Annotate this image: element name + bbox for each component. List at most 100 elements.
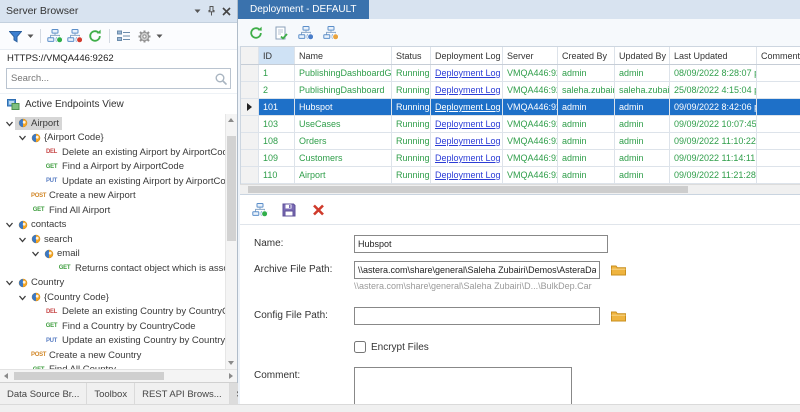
tree-item[interactable]: contacts [0,218,237,233]
refresh-icon[interactable] [247,24,265,42]
pin-icon[interactable] [207,6,216,16]
tree-item[interactable]: GETFind a Country by CountryCode [0,319,237,334]
tree-item[interactable]: Airport [0,116,237,131]
window-position-caret-icon[interactable] [194,9,201,14]
deployment-log-link[interactable]: Deployment Log [431,65,503,81]
tree-operation[interactable]: GETFind All Airport [28,204,113,217]
tree-item[interactable]: email [0,247,237,262]
verify-deployment-icon[interactable] [272,24,290,42]
active-endpoints-header[interactable]: Active Endpoints View [0,93,237,114]
tree-item[interactable]: DELDelete an existing Airport by Airport… [0,145,237,160]
name-field[interactable] [354,235,608,253]
tab-deployment-default[interactable]: Deployment - DEFAULT [238,0,369,19]
archive-path-field[interactable] [354,261,600,279]
chevron-down-icon[interactable] [30,249,41,258]
deployment-log-link[interactable]: Deployment Log [431,150,503,166]
panel-tab[interactable]: Toolbox [87,383,135,405]
tree-item[interactable]: PUTUpdate an existing Country by Country… [0,334,237,349]
tree-operation[interactable]: PUTUpdate an existing Country by Country… [41,334,237,347]
tree-node[interactable]: {Country Code} [28,291,112,304]
tree-node[interactable]: {Airport Code} [28,131,107,144]
deployment-log-link[interactable]: Deployment Log [431,167,503,183]
tree-item[interactable]: GETReturns contact object which is assoc… [0,261,237,276]
scroll-down-icon[interactable] [228,361,234,365]
tree-item[interactable]: Country [0,276,237,291]
chevron-down-icon[interactable] [17,235,28,244]
tree-operation[interactable]: POSTCreate a new Country [28,349,144,362]
table-row[interactable]: 110AirportRunningDeployment LogVMQA446:9… [241,167,800,184]
tree-operation[interactable]: GETFind a Country by CountryCode [41,320,199,333]
column-header[interactable]: Created By [558,47,615,64]
scroll-right-icon[interactable] [229,373,233,379]
tree-item[interactable]: GETFind All Airport [0,203,237,218]
tree-vertical-scrollbar[interactable] [225,114,237,369]
tree-operation[interactable]: GETReturns contact object which is assoc… [54,262,237,275]
tree-node[interactable]: Airport [15,117,62,130]
config-path-field[interactable] [354,307,600,325]
server-redeploy-icon[interactable] [322,24,340,42]
column-header[interactable]: Last Updated [670,47,757,64]
refresh-icon[interactable] [86,27,104,45]
chevron-down-icon[interactable] [17,293,28,302]
panel-tab[interactable]: Data Source Br... [0,383,87,405]
tree-item[interactable]: GETFind a Airport by AirportCode [0,160,237,175]
column-header[interactable]: Updated By [615,47,670,64]
scrollbar-thumb[interactable] [227,136,236,241]
table-row[interactable]: 103UseCasesRunningDeployment LogVMQA446:… [241,116,800,133]
tree-item[interactable]: {Airport Code} [0,131,237,146]
column-header[interactable]: Status [392,47,431,64]
column-header[interactable]: Name [295,47,392,64]
panel-tab[interactable]: REST API Brows... [135,383,230,405]
gear-caret-icon[interactable] [155,27,164,45]
chevron-down-icon[interactable] [4,220,15,229]
tree-item[interactable]: {Country Code} [0,290,237,305]
deployment-log-link[interactable]: Deployment Log [431,133,503,149]
tree-node[interactable]: contacts [15,218,69,231]
tree-item[interactable]: search [0,232,237,247]
scroll-up-icon[interactable] [228,118,234,122]
browse-archive-button[interactable] [607,261,629,279]
close-icon[interactable] [222,7,231,16]
connect-server-icon[interactable] [46,27,64,45]
tree-node[interactable]: search [28,233,76,246]
deployment-log-link[interactable]: Deployment Log [431,116,503,132]
filter-caret-icon[interactable] [26,27,35,45]
redeploy-icon[interactable] [251,201,269,219]
tree-operation[interactable]: DELDelete an existing Country by Country… [41,305,237,318]
table-row[interactable]: 1PublishingDashboardGraphsRunningDeploym… [241,65,800,82]
table-row[interactable]: 101HubspotRunningDeployment LogVMQA446:9… [241,99,800,116]
filter-icon[interactable] [6,27,24,45]
chevron-down-icon[interactable] [17,133,28,142]
column-header[interactable]: Comment [757,47,800,64]
save-icon[interactable] [280,201,298,219]
table-row[interactable]: 108OrdersRunningDeployment LogVMQA446:92… [241,133,800,150]
tree-operation[interactable]: PUTUpdate an existing Airport by Airport… [41,175,237,188]
column-header[interactable]: Deployment Log [431,47,503,64]
tree-node[interactable]: Country [15,276,67,289]
scrollbar-thumb[interactable] [248,186,688,193]
scroll-left-icon[interactable] [4,373,8,379]
delete-icon[interactable] [309,201,327,219]
chevron-down-icon[interactable] [4,119,15,128]
tree-horizontal-scrollbar[interactable] [0,369,237,382]
gear-icon[interactable] [135,27,153,45]
browse-config-button[interactable] [607,307,629,325]
table-row[interactable]: 109CustomersRunningDeployment LogVMQA446… [241,150,800,167]
encrypt-files-checkbox[interactable] [354,341,366,353]
deployment-log-link[interactable]: Deployment Log [431,99,503,115]
chevron-down-icon[interactable] [4,278,15,287]
view-details-icon[interactable] [115,27,133,45]
tree-node[interactable]: email [41,247,83,260]
column-header[interactable]: Server [503,47,558,64]
column-header[interactable]: ID [259,47,295,64]
tree-operation[interactable]: DELDelete an existing Airport by Airport… [41,146,236,159]
tree-item[interactable]: PUTUpdate an existing Airport by Airport… [0,174,237,189]
tree-item[interactable]: POSTCreate a new Country [0,348,237,363]
table-row[interactable]: 2PublishingDashboardRunningDeployment Lo… [241,82,800,99]
grid-horizontal-scrollbar[interactable] [240,184,800,194]
tree-operation[interactable]: POSTCreate a new Airport [28,189,139,202]
tree-operation[interactable]: GETFind a Airport by AirportCode [41,160,187,173]
disconnect-server-icon[interactable] [66,27,84,45]
deployment-log-link[interactable]: Deployment Log [431,82,503,98]
server-deploy-icon[interactable] [297,24,315,42]
